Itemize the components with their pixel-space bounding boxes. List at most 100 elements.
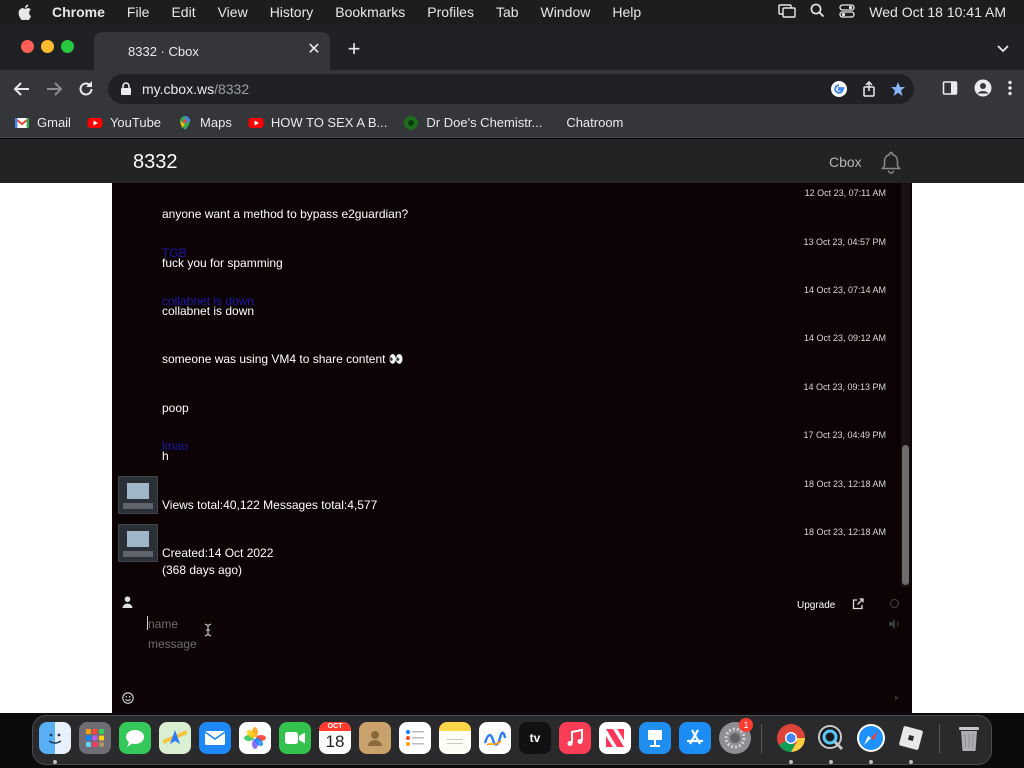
mail-icon[interactable] <box>199 722 231 754</box>
news-icon[interactable] <box>599 722 631 754</box>
reload-icon[interactable] <box>76 79 96 99</box>
send-arrow-icon[interactable]: ▸ <box>895 693 899 702</box>
back-arrow-icon[interactable] <box>12 79 32 99</box>
spotlight-search-icon[interactable] <box>810 3 825 21</box>
notes-icon[interactable] <box>439 722 471 754</box>
message-text: Views total:40,122 Messages total:4,577 <box>162 498 378 512</box>
bell-icon[interactable] <box>879 150 903 179</box>
message-scrollbar[interactable] <box>901 183 910 587</box>
chrome-icon[interactable] <box>775 722 807 754</box>
avatar[interactable] <box>118 476 158 514</box>
upgrade-link[interactable]: Upgrade <box>797 600 835 611</box>
address-bar[interactable]: my.cbox.ws/8332 <box>108 74 914 104</box>
bookmark-dr-doe[interactable]: Dr Doe's Chemistr... <box>403 115 542 131</box>
roblox-icon[interactable] <box>895 722 927 754</box>
google-lens-icon[interactable] <box>830 80 848 101</box>
quicktime-icon[interactable] <box>815 722 847 754</box>
menu-profiles[interactable]: Profiles <box>427 4 474 20</box>
share-icon[interactable] <box>862 80 876 100</box>
menu-app-name[interactable]: Chrome <box>52 4 105 20</box>
tv-label: tv <box>529 731 541 745</box>
chat-message: 14 Oct 23, 09:12 AM someone was using VM… <box>112 330 902 378</box>
menu-history[interactable]: History <box>270 4 314 20</box>
menubar-clock[interactable]: Wed Oct 18 10:41 AM <box>869 4 1006 20</box>
calendar-icon[interactable]: OCT 18 <box>319 722 351 754</box>
message-timestamp: 17 Oct 23, 04:49 PM <box>803 430 886 440</box>
chat-message: 14 Oct 23, 07:14 AM collabnet is down co… <box>112 282 902 330</box>
message-timestamp: 18 Oct 23, 12:18 AM <box>803 479 886 489</box>
bookmark-star-icon[interactable] <box>890 81 906 100</box>
apple-tv-icon[interactable]: tv <box>519 722 551 754</box>
settings-notification-badge: 1 <box>739 718 753 732</box>
message-text: h <box>162 449 169 463</box>
bookmark-youtube-video[interactable]: HOW TO SEX A B... <box>248 115 387 131</box>
launchpad-icon[interactable] <box>79 722 111 754</box>
browser-tab-active[interactable]: 8332 · Cbox ✕ <box>94 32 330 70</box>
bookmark-youtube[interactable]: YouTube <box>87 115 161 131</box>
menu-edit[interactable]: Edit <box>171 4 195 20</box>
site-header: 8332 Cbox <box>0 139 1024 183</box>
cbox-brand-link[interactable]: Cbox <box>829 154 862 170</box>
maps-icon <box>177 115 193 131</box>
trash-icon[interactable] <box>953 722 985 754</box>
finder-icon[interactable] <box>39 722 71 754</box>
window-close-button[interactable] <box>21 40 34 53</box>
screen-mirroring-icon[interactable] <box>778 3 796 21</box>
photos-icon[interactable] <box>239 722 271 754</box>
menu-file[interactable]: File <box>127 4 150 20</box>
chat-message: 13 Oct 23, 04:57 PM TGB fuck you for spa… <box>112 234 902 282</box>
running-indicator <box>789 760 793 764</box>
new-tab-button[interactable]: + <box>344 38 364 60</box>
reminders-icon[interactable] <box>399 722 431 754</box>
calendar-month: OCT <box>319 722 351 731</box>
menu-bookmarks[interactable]: Bookmarks <box>335 4 405 20</box>
lock-icon[interactable] <box>120 82 132 99</box>
chat-message: 18 Oct 23, 12:18 AM Created:14 Oct 2022 … <box>112 524 902 584</box>
window-maximize-button[interactable] <box>61 40 74 53</box>
control-center-icon[interactable] <box>839 3 855 21</box>
gmail-icon <box>14 115 30 131</box>
music-icon[interactable] <box>559 722 591 754</box>
browser-toolbar: my.cbox.ws/8332 <box>0 70 1024 108</box>
tab-search-chevron-icon[interactable] <box>996 42 1010 56</box>
app-store-icon[interactable] <box>679 722 711 754</box>
message-list[interactable]: 12 Oct 23, 07:11 AM anyone want a method… <box>112 183 902 587</box>
messages-icon[interactable] <box>119 722 151 754</box>
avatar[interactable] <box>118 524 158 562</box>
dock-separator <box>939 724 940 754</box>
tab-close-icon[interactable]: ✕ <box>306 42 322 58</box>
keynote-icon[interactable] <box>639 722 671 754</box>
side-panel-icon[interactable] <box>942 80 958 101</box>
chat-message: 14 Oct 23, 09:13 PM poop <box>112 379 902 427</box>
contacts-icon[interactable] <box>359 722 391 754</box>
bookmark-label: Maps <box>200 115 232 130</box>
profile-icon[interactable] <box>974 79 992 102</box>
bookmark-maps[interactable]: Maps <box>177 115 232 131</box>
emoji-smiley-icon[interactable] <box>122 691 134 709</box>
window-minimize-button[interactable] <box>41 40 54 53</box>
message-input[interactable] <box>148 637 848 677</box>
freeform-icon[interactable] <box>479 722 511 754</box>
sound-icon[interactable] <box>888 617 902 635</box>
chrome-menu-icon[interactable] <box>1008 80 1012 101</box>
safari-icon[interactable] <box>855 722 887 754</box>
menu-help[interactable]: Help <box>612 4 641 20</box>
bookmark-chatroom[interactable]: Chatroom <box>566 115 623 130</box>
connection-status-icon <box>890 599 899 608</box>
maps-app-icon[interactable] <box>159 722 191 754</box>
message-timestamp: 14 Oct 23, 07:14 AM <box>803 285 886 295</box>
apple-icon[interactable] <box>18 4 36 20</box>
scrollbar-thumb[interactable] <box>902 445 909 585</box>
message-text: someone was using VM4 to share content 👀 <box>162 352 404 366</box>
external-link-icon[interactable] <box>852 597 864 615</box>
menu-window[interactable]: Window <box>541 4 591 20</box>
browser-tab-strip: 8332 · Cbox ✕ + <box>0 24 1024 70</box>
name-input[interactable] <box>148 615 448 633</box>
bookmark-gmail[interactable]: Gmail <box>14 115 71 131</box>
menu-tab[interactable]: Tab <box>496 4 519 20</box>
facetime-icon[interactable] <box>279 722 311 754</box>
forward-arrow-icon[interactable] <box>44 79 64 99</box>
bookmarks-bar: Gmail YouTube Maps HOW TO SEX A B... Dr … <box>0 108 1024 138</box>
user-icon[interactable] <box>122 595 133 613</box>
menu-view[interactable]: View <box>218 4 248 20</box>
